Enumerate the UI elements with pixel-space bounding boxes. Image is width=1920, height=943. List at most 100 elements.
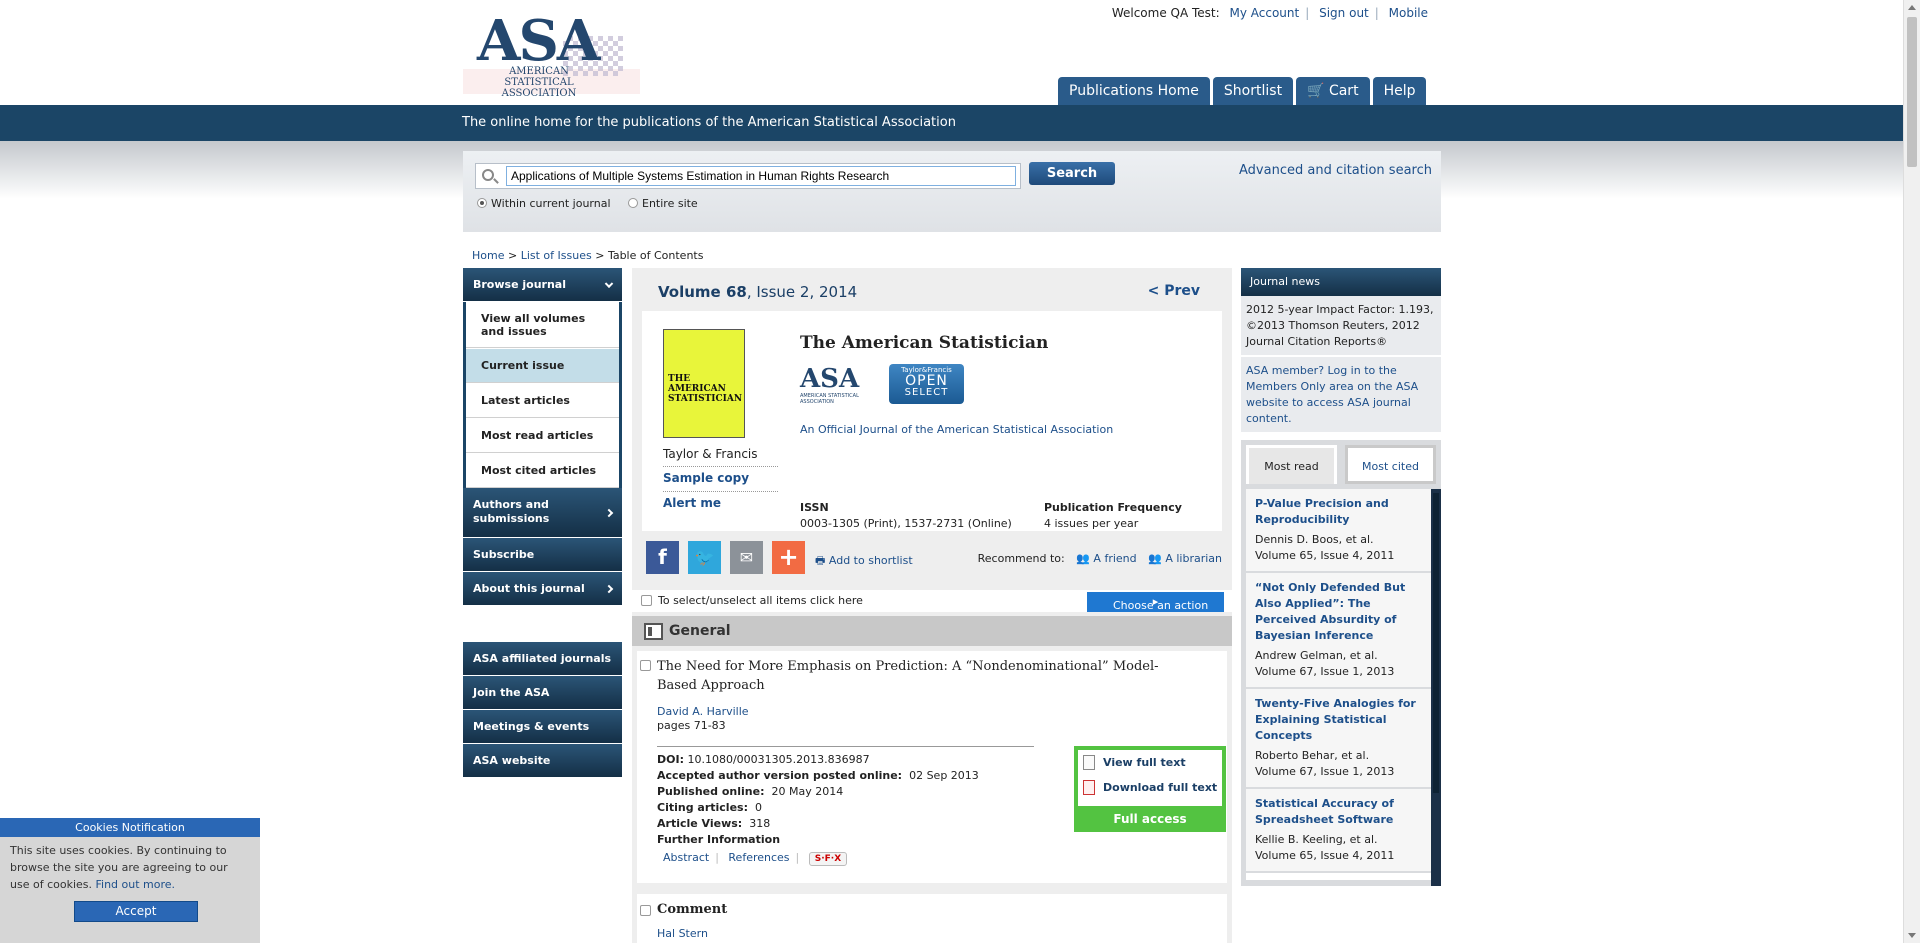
article-author[interactable]: David A. Harville xyxy=(657,705,749,718)
choose-action-button[interactable]: Choose an action ▸ xyxy=(1087,592,1224,612)
view-full-text-link[interactable]: View full text xyxy=(1083,755,1186,770)
browse-journal-toggle[interactable]: Browse journal xyxy=(463,268,622,302)
accepted-value: 02 Sep 2013 xyxy=(909,769,979,782)
select-all-checkbox[interactable] xyxy=(641,595,652,606)
tab-cart-label: Cart xyxy=(1328,83,1359,99)
list-item-authors: Dennis D. Boos, et al. xyxy=(1255,533,1374,546)
abstract-link[interactable]: Abstract xyxy=(663,851,709,864)
breadcrumb-issues[interactable]: List of Issues xyxy=(521,249,592,262)
scroll-down-icon[interactable] xyxy=(1908,933,1916,938)
librarian-icon: 👥 xyxy=(1148,552,1162,565)
scroll-up-icon[interactable] xyxy=(1908,5,1916,10)
right-sidebar: Journal news 2012 5-year Impact Factor: … xyxy=(1241,268,1441,434)
prev-issue-link[interactable]: < Prev xyxy=(1148,283,1200,299)
tab-most-cited[interactable]: Most cited xyxy=(1345,445,1436,484)
recommend-label: Recommend to: xyxy=(977,552,1065,565)
references-link[interactable]: References xyxy=(728,851,789,864)
comment-checkbox[interactable] xyxy=(640,905,651,916)
tagline: The online home for the publications of … xyxy=(462,115,956,130)
list-item-authors: Roberto Behar, et al. xyxy=(1255,749,1370,762)
share-bar: f 🐦 ✉ + 🖶 Add to shortlist Recommend to:… xyxy=(632,532,1232,574)
link-join-asa[interactable]: Join the ASA xyxy=(463,676,622,710)
breadcrumb: Home > List of Issues > Table of Content… xyxy=(472,249,704,262)
link-affiliated-journals[interactable]: ASA affiliated journals xyxy=(463,642,622,676)
share-plus-icon[interactable]: + xyxy=(772,541,805,574)
sidebar-subscribe[interactable]: Subscribe xyxy=(463,538,622,572)
scope-entire-site[interactable]: Entire site xyxy=(628,197,698,210)
sfx-button[interactable]: S·F·X xyxy=(808,852,848,866)
about-label: About this journal xyxy=(473,582,585,595)
list-item-title[interactable]: P-Value Precision and Reproducibility xyxy=(1255,496,1422,528)
select-all-bar: To select/unselect all items click here … xyxy=(632,590,1232,612)
scrollbar-thumb[interactable] xyxy=(1433,493,1439,793)
recommend-librarian-link[interactable]: 👥 A librarian xyxy=(1148,552,1222,565)
most-read-scrollbar[interactable] xyxy=(1431,489,1441,886)
mobile-link[interactable]: Mobile xyxy=(1389,6,1428,20)
sidebar-item-current-issue[interactable]: Current issue xyxy=(466,348,619,383)
list-item-title[interactable]: “Not Only Defended But Also Applied”: Th… xyxy=(1255,580,1422,644)
full-access-badge: Full access xyxy=(1078,806,1222,832)
sidebar-about[interactable]: About this journal xyxy=(463,572,622,606)
sidebar-item-all-volumes[interactable]: View all volumes and issues xyxy=(466,302,619,348)
asa-logo[interactable]: ASA AMERICAN STATISTICAL ASSOCIATION xyxy=(463,8,640,99)
article-details: DOI: 10.1080/00031305.2013.836987 Accept… xyxy=(657,752,979,848)
journal-cover[interactable]: THE AMERICAN STATISTICIAN xyxy=(663,329,745,438)
sidebar-item-most-cited[interactable]: Most cited articles xyxy=(466,453,619,488)
tagline-banner: The online home for the publications of … xyxy=(0,105,1920,141)
sidebar-item-latest-articles[interactable]: Latest articles xyxy=(466,383,619,418)
advanced-search-link[interactable]: Advanced and citation search xyxy=(1239,163,1432,178)
issn-label: ISSN xyxy=(800,501,829,514)
article-title[interactable]: The Need for More Emphasis on Prediction… xyxy=(657,657,1187,695)
sidebar-authors[interactable]: Authors and submissions xyxy=(463,488,622,538)
list-item-title[interactable]: Twenty-Five Analogies for Explaining Sta… xyxy=(1255,696,1422,744)
search-panel: Search Within current journal Entire sit… xyxy=(463,151,1441,232)
breadcrumb-home[interactable]: Home xyxy=(472,249,504,262)
scrollbar-thumb[interactable] xyxy=(1907,17,1917,167)
search-button[interactable]: Search xyxy=(1029,162,1115,185)
issn-block: ISSN 0003-1305 (Print), 1537-2731 (Online… xyxy=(800,500,1012,532)
my-account-link[interactable]: My Account xyxy=(1230,6,1300,20)
twitter-icon[interactable]: 🐦 xyxy=(688,541,721,574)
download-full-text-link[interactable]: Download full text xyxy=(1083,780,1217,795)
citing-value: 0 xyxy=(754,801,762,814)
tab-shortlist[interactable]: Shortlist xyxy=(1212,77,1294,105)
link-meetings[interactable]: Meetings & events xyxy=(463,710,622,744)
most-read-list: P-Value Precision and Reproducibility De… xyxy=(1246,489,1431,880)
list-item-title[interactable]: Statistical Accuracy of Spreadsheet Soft… xyxy=(1255,796,1422,828)
browse-submenu: View all volumes and issues Current issu… xyxy=(463,302,622,488)
tab-publications-home[interactable]: Publications Home xyxy=(1058,77,1210,105)
scope-current-journal[interactable]: Within current journal xyxy=(477,197,611,210)
sample-copy-link[interactable]: Sample copy xyxy=(663,466,778,485)
recommend-friend-link[interactable]: 👥 A friend xyxy=(1076,552,1136,565)
section-general: General xyxy=(632,616,1232,646)
tab-most-read[interactable]: Most read xyxy=(1246,445,1337,484)
tab-cart[interactable]: 🛒 Cart xyxy=(1296,77,1370,105)
comment-author[interactable]: Hal Stern xyxy=(657,927,708,940)
sign-out-link[interactable]: Sign out xyxy=(1319,6,1369,20)
article-links: Abstract | References | S·F·X xyxy=(663,851,848,866)
journal-news-header: Journal news xyxy=(1241,268,1441,296)
list-item: “Not Only Defended But Also Applied”: Th… xyxy=(1246,573,1431,689)
further-info-label: Further Information xyxy=(657,833,781,846)
volume-label: Volume 68 xyxy=(658,283,747,301)
list-item-issue: Volume 67, Issue 1, 2013 xyxy=(1255,665,1395,678)
list-item-authors: Andrew Gelman, et al. xyxy=(1255,649,1378,662)
link-asa-website[interactable]: ASA website xyxy=(463,744,622,778)
browse-journal-label: Browse journal xyxy=(473,278,566,291)
sidebar-item-most-read[interactable]: Most read articles xyxy=(466,418,619,453)
accept-cookies-button[interactable]: Accept xyxy=(74,901,198,922)
find-out-more-link[interactable]: Find out more. xyxy=(96,878,176,891)
page-scrollbar[interactable] xyxy=(1903,0,1920,943)
search-input[interactable] xyxy=(506,166,1016,186)
journal-news-item[interactable]: ASA member? Log in to the Members Only a… xyxy=(1241,357,1441,434)
chevron-down-icon xyxy=(604,279,614,288)
list-item: Statistical Accuracy of Spreadsheet Soft… xyxy=(1246,789,1431,873)
tab-help[interactable]: Help xyxy=(1372,77,1427,105)
facebook-icon[interactable]: f xyxy=(646,541,679,574)
logo-subtext: AMERICAN STATISTICAL ASSOCIATION xyxy=(501,66,577,99)
logo-text: ASA xyxy=(477,8,600,74)
add-to-shortlist-link[interactable]: 🖶 Add to shortlist xyxy=(815,552,913,571)
article-checkbox[interactable] xyxy=(640,660,651,671)
email-icon[interactable]: ✉ xyxy=(730,541,763,574)
alert-me-link[interactable]: Alert me xyxy=(663,491,778,510)
